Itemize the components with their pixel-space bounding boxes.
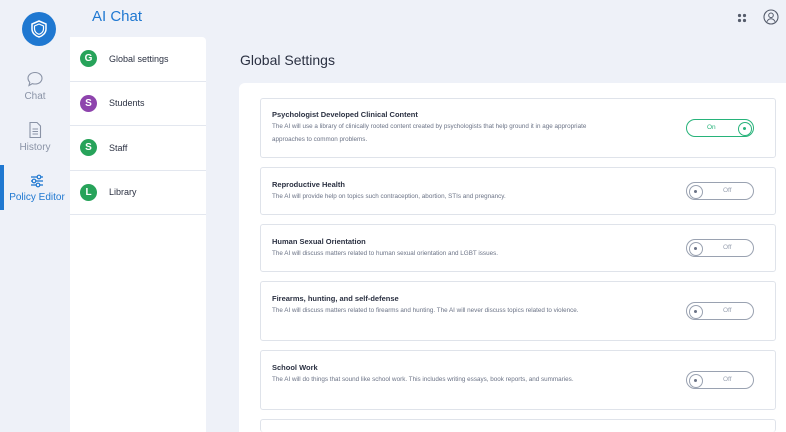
rail-item-label: Chat: [24, 91, 46, 102]
policy-card-school-work: School Work The AI will do things that s…: [260, 350, 776, 410]
policy-title: Firearms, hunting, and self-defense: [272, 294, 399, 303]
page-title: Global Settings: [240, 52, 335, 68]
group-avatar: S: [80, 139, 97, 157]
app-title: AI Chat: [92, 8, 143, 25]
toggle-state-label: Off: [723, 376, 732, 383]
policy-card-partial: [260, 419, 776, 432]
toggle-knob: [737, 121, 752, 136]
toggle-knob: [688, 304, 703, 319]
policy-toggle[interactable]: Off: [686, 371, 754, 389]
settings-panel: Psychologist Developed Clinical Content …: [239, 83, 786, 432]
rail-item-policy-editor[interactable]: Policy Editor: [0, 165, 70, 210]
apps-grid-icon[interactable]: [737, 13, 747, 23]
policy-group-staff[interactable]: S Staff: [70, 126, 206, 171]
shield-icon: [31, 20, 47, 38]
policy-description: The AI will discuss matters related to f…: [272, 307, 579, 314]
policy-toggle[interactable]: Off: [686, 239, 754, 257]
policy-group-list: G Global settings S Students S Staff L L…: [70, 37, 206, 432]
policy-description: The AI will discuss matters related to h…: [272, 250, 498, 257]
left-rail: Chat History Policy Editor: [0, 0, 70, 432]
group-label: Staff: [109, 142, 128, 153]
toggle-knob: [688, 241, 703, 256]
toggle-state-label: Off: [723, 244, 732, 251]
toggle-state-label: On: [707, 124, 716, 131]
policy-toggle[interactable]: On: [686, 119, 754, 137]
chat-bubble-icon: [27, 71, 43, 87]
policy-card-sexual-orientation: Human Sexual Orientation The AI will dis…: [260, 224, 776, 272]
policy-title: Reproductive Health: [272, 180, 345, 189]
policy-group-library[interactable]: L Library: [70, 171, 206, 215]
policy-title: Psychologist Developed Clinical Content: [272, 110, 418, 119]
toggle-state-label: Off: [723, 307, 732, 314]
group-avatar: L: [80, 183, 97, 201]
app-window: Chat History Policy Editor AI Chat G Glo…: [0, 0, 786, 432]
app-logo[interactable]: [22, 12, 56, 46]
toggle-state-label: Off: [723, 187, 732, 194]
policy-description: The AI will do things that sound like sc…: [272, 376, 574, 383]
group-avatar: S: [80, 94, 97, 112]
header: AI Chat: [70, 0, 786, 33]
main-content: Global Settings Psychologist Developed C…: [206, 33, 786, 432]
policy-toggle[interactable]: Off: [686, 182, 754, 200]
rail-item-label: Policy Editor: [9, 191, 65, 203]
document-icon: [29, 121, 42, 139]
group-label: Library: [109, 187, 137, 198]
sliders-icon: [31, 174, 43, 187]
policy-card-reproductive-health: Reproductive Health The AI will provide …: [260, 167, 776, 215]
policy-toggle[interactable]: Off: [686, 302, 754, 320]
policy-title: School Work: [272, 363, 318, 372]
policy-group-students[interactable]: S Students: [70, 82, 206, 126]
user-account-icon[interactable]: [763, 9, 779, 25]
rail-item-history[interactable]: History: [0, 121, 70, 153]
policy-group-global-settings[interactable]: G Global settings: [70, 37, 206, 82]
policy-card-clinical-content: Psychologist Developed Clinical Content …: [260, 98, 776, 158]
rail-item-label: History: [19, 142, 51, 153]
policy-card-firearms: Firearms, hunting, and self-defense The …: [260, 281, 776, 341]
group-label: Global settings: [109, 53, 169, 64]
group-avatar: G: [80, 50, 97, 68]
group-label: Students: [109, 98, 145, 109]
policy-description: The AI will provide help on topics such …: [272, 193, 506, 200]
rail-item-chat[interactable]: Chat: [0, 70, 70, 102]
toggle-knob: [688, 373, 703, 388]
toggle-knob: [688, 184, 703, 199]
policy-title: Human Sexual Orientation: [272, 237, 366, 246]
policy-description: The AI will use a library of clinically …: [272, 123, 587, 143]
